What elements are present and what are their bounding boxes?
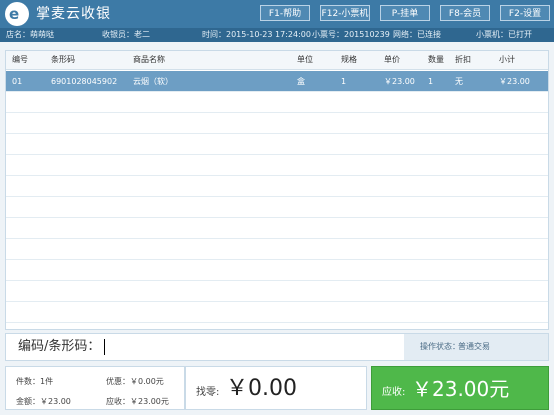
cell-no: 01 bbox=[12, 77, 23, 86]
status-label: 操作状态： bbox=[420, 342, 460, 351]
ticket-number: 小票号：201510239 bbox=[312, 30, 390, 39]
cell-name: 云烟（软） bbox=[133, 77, 173, 86]
text-caret bbox=[104, 339, 105, 355]
store-name: 店名：萌萌哒 bbox=[6, 30, 54, 39]
col-barcode: 条形码 bbox=[51, 55, 75, 64]
col-unit: 单位 bbox=[297, 55, 313, 64]
empty-row bbox=[6, 302, 548, 323]
empty-row bbox=[6, 281, 548, 302]
col-no: 编号 bbox=[12, 55, 28, 64]
barcode-input[interactable]: 编码/条形码： 操作状态： 普通交易 bbox=[5, 333, 549, 361]
empty-row bbox=[6, 197, 548, 218]
empty-row bbox=[6, 218, 548, 239]
printer-status: 小票机：已打开 bbox=[476, 30, 532, 39]
cell-subtotal: ￥23.00 bbox=[499, 77, 530, 86]
status-value: 普通交易 bbox=[458, 342, 490, 351]
col-qty: 数量 bbox=[428, 55, 444, 64]
col-spec: 规格 bbox=[341, 55, 357, 64]
empty-row bbox=[6, 92, 548, 113]
empty-row bbox=[6, 134, 548, 155]
settings-button[interactable]: F2-设置 bbox=[500, 5, 550, 21]
current-time: 时间：2015-10-23 17:24:00 bbox=[202, 30, 311, 39]
logo-icon: e bbox=[5, 2, 29, 26]
app-title: 掌麦云收银 bbox=[36, 6, 111, 22]
col-discount: 折扣 bbox=[455, 55, 471, 64]
hold-order-button[interactable]: P-挂单 bbox=[380, 5, 430, 21]
items-table: 编号 条形码 商品名称 单位 规格 单价 数量 折扣 小计 01 6901028… bbox=[5, 50, 549, 330]
empty-row bbox=[6, 176, 548, 197]
total-amount: 金额：￥23.00 bbox=[16, 397, 71, 406]
table-row[interactable]: 01 6901028045902 云烟（软） 盒 1 ￥23.00 1 无 ￥2… bbox=[6, 71, 548, 92]
due-value: ￥23.00元 bbox=[412, 377, 510, 401]
cell-barcode: 6901028045902 bbox=[51, 77, 118, 86]
item-count: 件数：1件 bbox=[16, 377, 54, 386]
help-button[interactable]: F1-帮助 bbox=[260, 5, 310, 21]
col-name: 商品名称 bbox=[133, 55, 165, 64]
operation-status: 操作状态： 普通交易 bbox=[404, 334, 548, 360]
empty-row bbox=[6, 155, 548, 176]
payable-amount: 应收：￥23.00元 bbox=[106, 397, 169, 406]
table-header: 编号 条形码 商品名称 单位 规格 单价 数量 折扣 小计 bbox=[6, 51, 548, 70]
empty-row bbox=[6, 260, 548, 281]
col-subtotal: 小计 bbox=[499, 55, 515, 64]
cell-price: ￥23.00 bbox=[384, 77, 415, 86]
change-display: 找零: ￥0.00 bbox=[185, 366, 367, 410]
change-label: 找零: bbox=[196, 387, 220, 398]
cell-spec: 1 bbox=[341, 77, 347, 86]
network-status: 网络：已连接 bbox=[393, 30, 441, 39]
empty-row bbox=[6, 239, 548, 260]
barcode-label: 编码/条形码： bbox=[18, 339, 101, 354]
app-header: e 掌麦云收银 F1-帮助 F12-小票机 P-挂单 F8-会员 F2-设置 bbox=[0, 0, 554, 28]
empty-row bbox=[6, 113, 548, 134]
due-label: 应收: bbox=[382, 387, 406, 398]
info-bar: 店名：萌萌哒 收银员：老二 时间：2015-10-23 17:24:00 小票号… bbox=[0, 28, 554, 42]
col-price: 单价 bbox=[384, 55, 400, 64]
change-value: ￥0.00 bbox=[226, 376, 297, 401]
member-button[interactable]: F8-会员 bbox=[440, 5, 490, 21]
discount-amount: 优惠：￥0.00元 bbox=[106, 377, 164, 386]
order-summary: 件数：1件 优惠：￥0.00元 金额：￥23.00 应收：￥23.00元 bbox=[5, 366, 185, 410]
cell-discount: 无 bbox=[455, 77, 463, 86]
receipt-printer-button[interactable]: F12-小票机 bbox=[320, 5, 370, 21]
cell-qty: 1 bbox=[428, 77, 434, 86]
cashier-name: 收银员：老二 bbox=[102, 30, 150, 39]
cell-unit: 盒 bbox=[297, 77, 305, 86]
amount-due-display: 应收: ￥23.00元 bbox=[371, 366, 549, 410]
